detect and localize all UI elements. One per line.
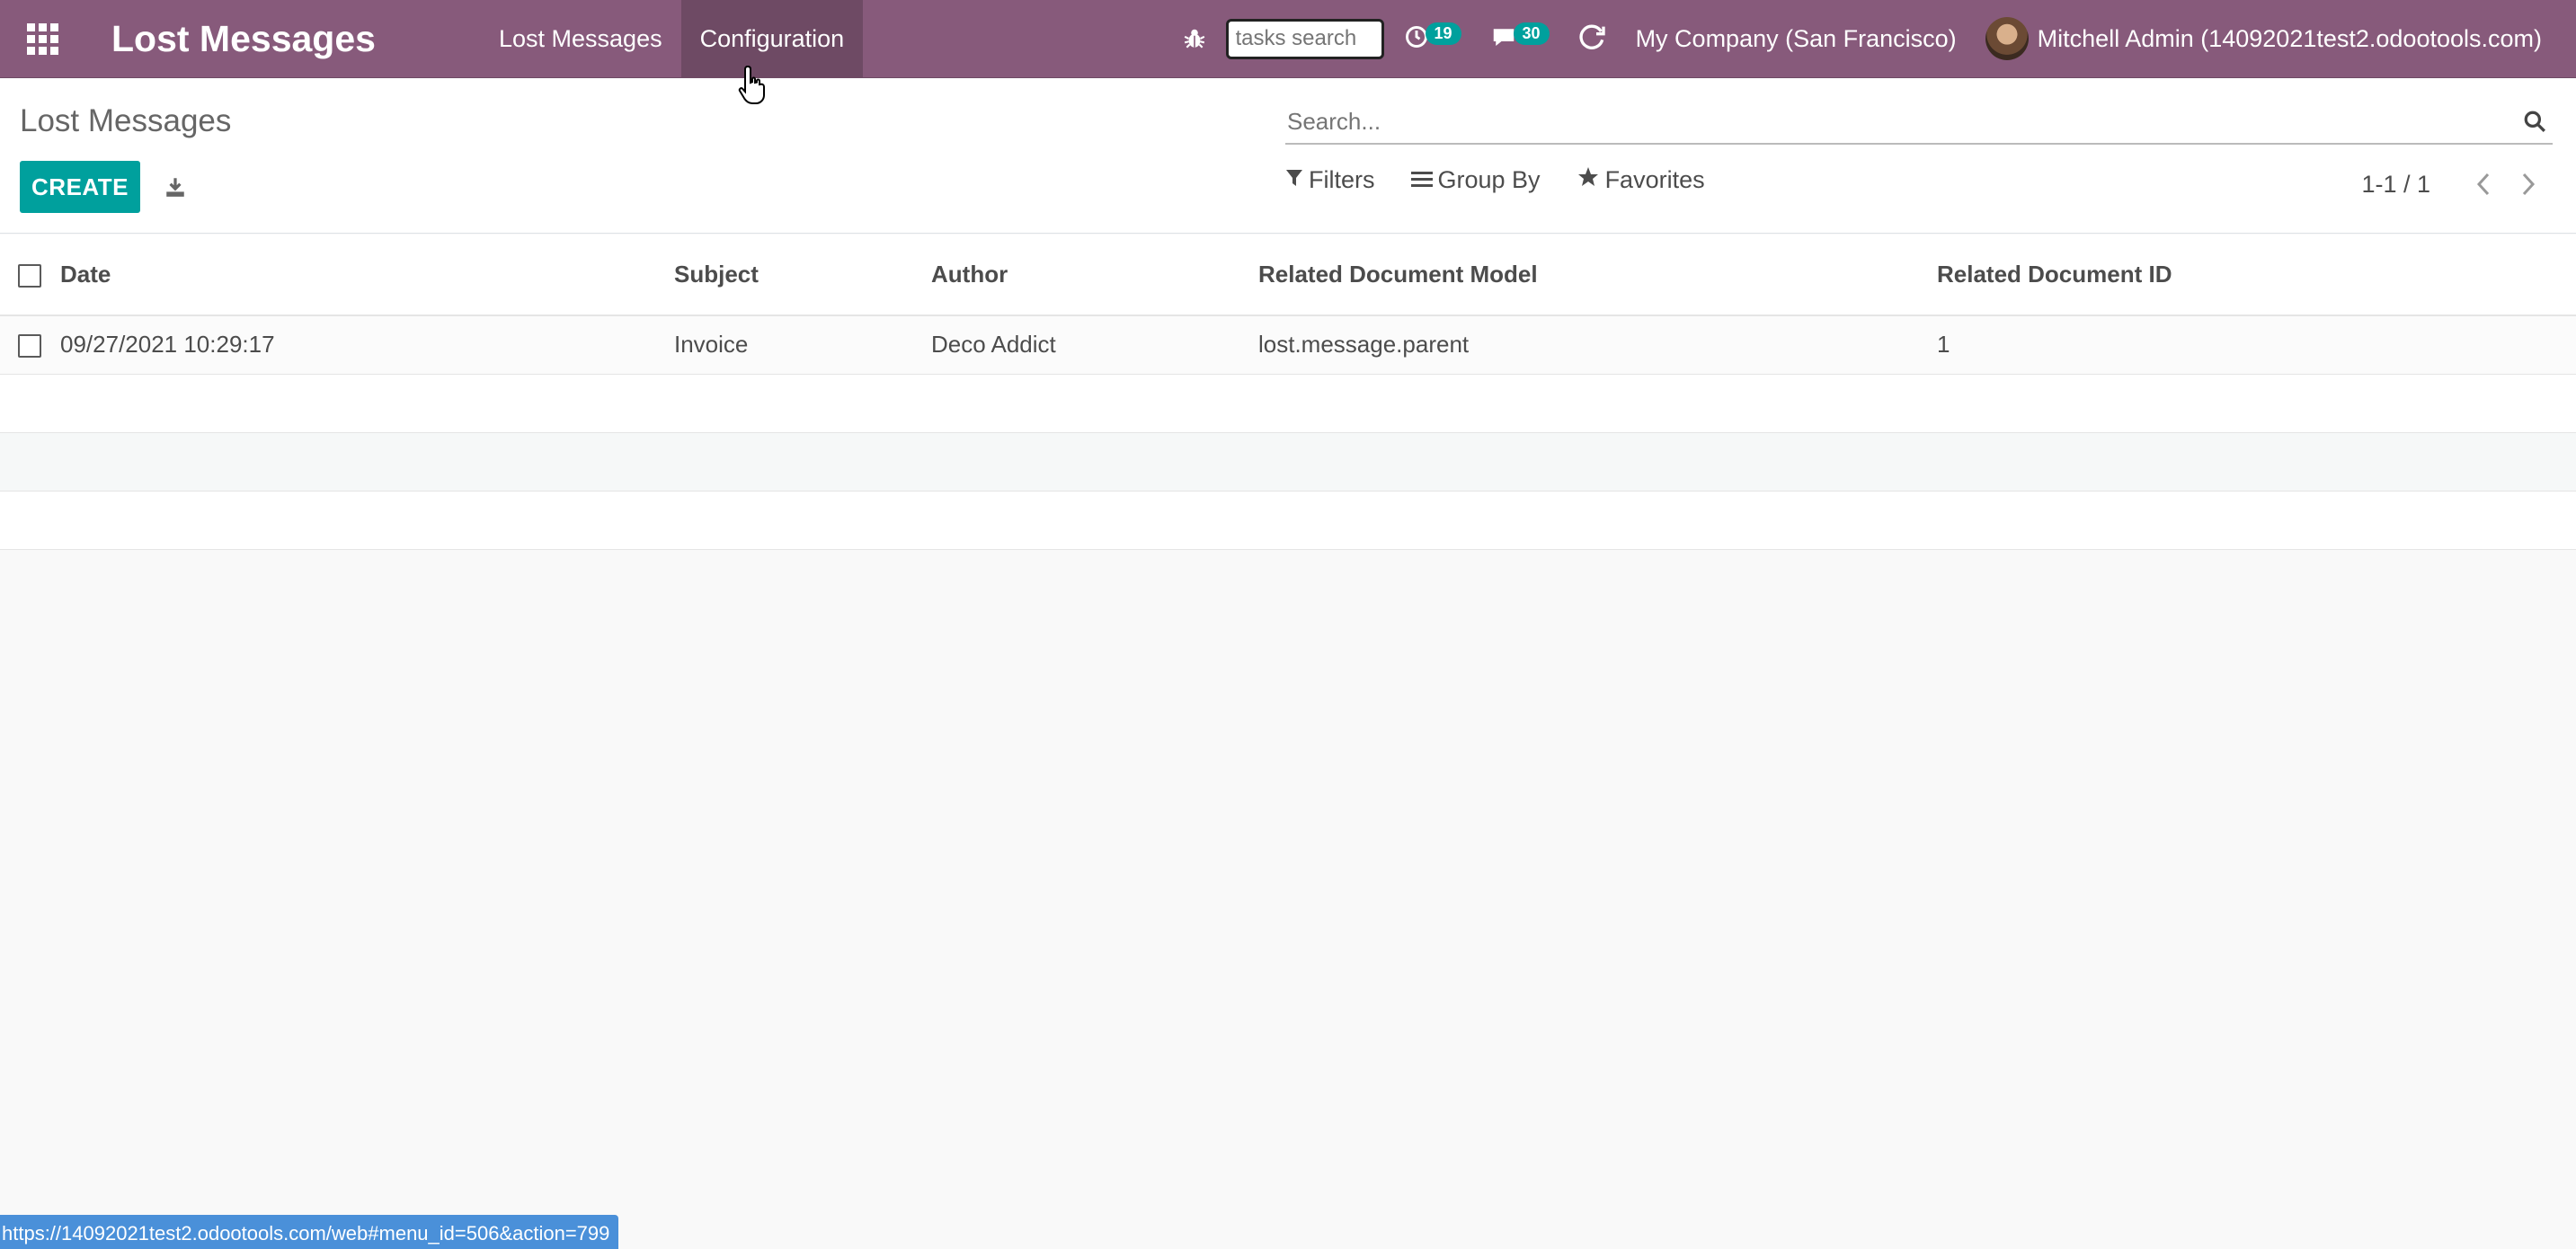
bars-icon: [1410, 166, 1438, 194]
cell-date: 09/27/2021 10:29:17: [60, 314, 674, 374]
menu-item-lost-messages[interactable]: Lost Messages: [480, 0, 681, 78]
filter-icon: [1285, 166, 1309, 194]
user-name: Mitchell Admin (14092021test2.odootools.…: [2037, 24, 2542, 52]
main-menu: Lost Messages Configuration: [480, 0, 864, 78]
avatar: [1985, 17, 2029, 60]
filters-button[interactable]: Filters: [1285, 166, 1375, 194]
table-row[interactable]: 09/27/2021 10:29:17 Invoice Deco Addict …: [0, 314, 2576, 374]
table-header: Date Subject Author Related Document Mod…: [0, 235, 2576, 316]
pager-value[interactable]: 1-1 / 1: [2361, 171, 2430, 199]
hand-cursor-icon: [737, 65, 769, 111]
pager-previous-icon[interactable]: [2461, 166, 2506, 202]
empty-row: [0, 373, 2576, 432]
row-checkbox[interactable]: [18, 334, 41, 359]
debug-bug-icon[interactable]: [1168, 0, 1221, 78]
empty-row: [0, 490, 2576, 550]
control-panel: Lost Messages CREATE Filters Group By Fa…: [0, 78, 2576, 234]
groupby-label: Group By: [1437, 166, 1541, 193]
cell-document-id: 1: [1937, 314, 2576, 374]
column-header-subject[interactable]: Subject: [674, 235, 931, 316]
clock-icon: [1404, 24, 1429, 54]
search-input[interactable]: [1285, 107, 2517, 136]
search-icon[interactable]: [2517, 103, 2553, 139]
chat-bubble-icon: [1490, 24, 1517, 54]
activity-button[interactable]: 19: [1390, 0, 1476, 78]
column-header-date[interactable]: Date: [60, 235, 674, 316]
create-button[interactable]: CREATE: [20, 161, 140, 213]
column-header-author[interactable]: Author: [931, 235, 1258, 316]
filters-label: Filters: [1309, 166, 1375, 193]
pager: 1-1 / 1: [2361, 166, 2551, 202]
column-header-model[interactable]: Related Document Model: [1258, 235, 1937, 316]
cell-model: lost.message.parent: [1258, 314, 1937, 374]
user-menu[interactable]: Mitchell Admin (14092021test2.odootools.…: [1971, 0, 2556, 78]
refresh-icon[interactable]: [1564, 0, 1621, 78]
search-bar: [1285, 100, 2553, 145]
menu-item-configuration[interactable]: Configuration: [680, 0, 864, 78]
pager-next-icon[interactable]: [2506, 166, 2551, 202]
activity-count-badge: 19: [1425, 22, 1461, 45]
app-title[interactable]: Lost Messages: [111, 18, 480, 60]
messages-count-badge: 30: [1513, 22, 1550, 45]
status-url-tooltip: https://14092021test2.odootools.com/web#…: [0, 1215, 619, 1249]
empty-row: [0, 431, 2576, 491]
apps-menu-icon[interactable]: [13, 0, 72, 78]
star-icon: [1577, 166, 1605, 194]
column-header-document-id[interactable]: Related Document ID: [1937, 235, 2576, 316]
cell-subject: Invoice: [674, 314, 931, 374]
select-all-checkbox[interactable]: [18, 264, 41, 288]
cell-author: Deco Addict: [931, 314, 1258, 374]
messaging-button[interactable]: 30: [1476, 0, 1564, 78]
list-view: Date Subject Author Related Document Mod…: [0, 235, 2576, 550]
company-switcher[interactable]: My Company (San Francisco): [1621, 0, 1971, 78]
groupby-button[interactable]: Group By: [1410, 166, 1541, 194]
tasks-search-input[interactable]: [1225, 18, 1384, 59]
breadcrumb: Lost Messages: [20, 103, 232, 138]
top-navbar: Lost Messages Lost Messages Configuratio…: [0, 0, 2576, 78]
download-icon[interactable]: [160, 172, 191, 202]
favorites-label: Favorites: [1604, 166, 1705, 193]
favorites-button[interactable]: Favorites: [1577, 166, 1705, 194]
